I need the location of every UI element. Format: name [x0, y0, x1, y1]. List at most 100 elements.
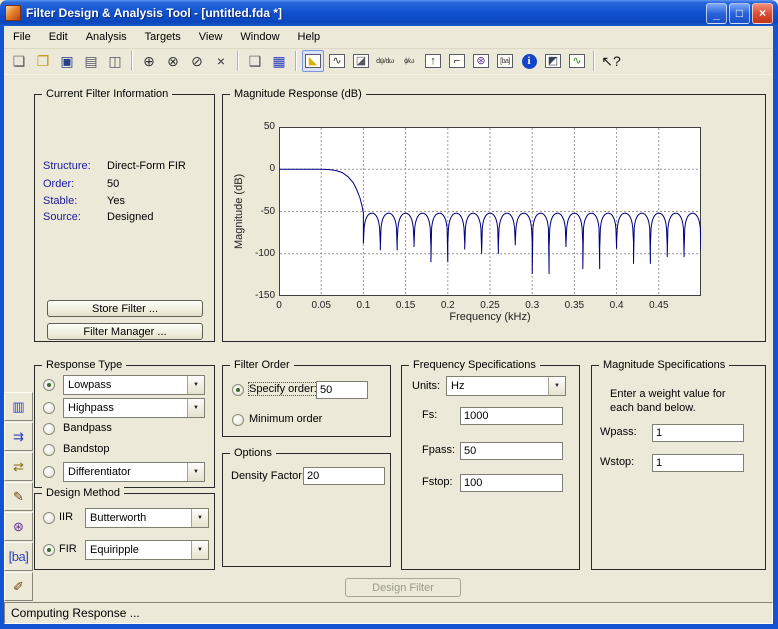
frequency-specs-panel: Frequency Specifications Units: Hz ▼ Fs:… — [401, 359, 580, 570]
design-method-fir-radio[interactable] — [43, 544, 55, 556]
phase-delay-icon-glyph: ϕ/ω — [404, 57, 414, 65]
units-label: Units: — [412, 380, 441, 392]
menu-help[interactable]: Help — [289, 28, 330, 46]
response-type-bandstop-label[interactable]: Bandstop — [63, 443, 109, 455]
filter-order-panel: Filter Order Specify order: Minimum orde… — [222, 359, 391, 437]
window-border-right — [773, 26, 778, 629]
iir-method-dropdown-arrow-icon[interactable]: ▼ — [191, 509, 208, 527]
differentiator-dropdown[interactable]: Differentiator ▼ — [63, 462, 205, 482]
impulse-response-icon[interactable]: ↑ — [422, 50, 444, 72]
magnitude-phase-icon[interactable]: ◪ — [350, 50, 372, 72]
response-type-bandpass-label[interactable]: Bandpass — [63, 422, 112, 434]
zoom-y-icon-glyph: ⊘ — [191, 53, 203, 69]
copy-session-icon[interactable]: ❑ — [244, 50, 266, 72]
specify-order-label[interactable]: Specify order: — [248, 382, 318, 396]
design-method-iir-radio[interactable] — [43, 512, 55, 524]
step-response-icon[interactable]: ⌐ — [446, 50, 468, 72]
group-delay-icon[interactable]: dψ/dω — [374, 50, 396, 72]
magnitude-response-icon[interactable]: ◣ — [302, 50, 324, 72]
minimum-order-label[interactable]: Minimum order — [249, 413, 322, 425]
response-type-bandstop-radio[interactable] — [43, 444, 55, 456]
menu-targets[interactable]: Targets — [136, 28, 190, 46]
menu-window[interactable]: Window — [231, 28, 288, 46]
minimum-order-radio[interactable] — [232, 414, 244, 426]
filter-coefficients-icon[interactable]: [ba] — [494, 50, 516, 72]
phase-response-icon-glyph: ∿ — [329, 54, 345, 68]
noise-psd-icon[interactable]: ∿ — [566, 50, 588, 72]
transform-filter-icon[interactable]: ⇄ — [4, 452, 33, 481]
status-bar: Computing Response ... — [4, 602, 773, 624]
open-session-icon[interactable]: ❐ — [32, 50, 54, 72]
iir-method-dropdown-value: Butterworth — [90, 512, 147, 524]
zoom-x-icon-glyph: ⊗ — [167, 53, 179, 69]
zoom-in-icon[interactable]: ⊕ — [138, 50, 160, 72]
filter-manager-icon[interactable]: ▦ — [268, 50, 290, 72]
zoom-y-icon[interactable]: ⊘ — [186, 50, 208, 72]
group-delay-icon-glyph: dψ/dω — [376, 57, 394, 65]
minimize-button[interactable]: _ — [706, 2, 727, 24]
full-view-icon[interactable]: × — [210, 50, 232, 72]
filter-manager-button[interactable]: Filter Manager ... — [47, 323, 203, 340]
magnitude-response-plot[interactable] — [279, 127, 702, 296]
save-session-icon[interactable]: ▣ — [56, 50, 78, 72]
impulse-response-icon-glyph: ↑ — [425, 54, 441, 68]
magnitude-response-axes[interactable] — [279, 127, 702, 296]
multirate-filter-icon[interactable]: ⇉ — [4, 422, 33, 451]
design-filter-button[interactable]: Design Filter — [345, 578, 461, 597]
filter-info-icon[interactable]: i — [518, 50, 540, 72]
menu-analysis[interactable]: Analysis — [77, 28, 136, 46]
lowpass-dropdown[interactable]: Lowpass ▼ — [63, 375, 205, 395]
specify-order-input[interactable] — [316, 381, 368, 399]
menu-edit[interactable]: Edit — [40, 28, 77, 46]
print-preview-icon[interactable]: ◫ — [104, 50, 126, 72]
fir-method-dropdown-arrow-icon[interactable]: ▼ — [191, 541, 208, 559]
wstop-input[interactable] — [652, 454, 744, 472]
design-method-fir-label[interactable]: FIR — [59, 543, 77, 555]
quantize-filter-icon[interactable]: ✎ — [4, 482, 33, 511]
x-axis-label: Frequency (kHz) — [449, 311, 531, 323]
density-factor-input[interactable] — [303, 467, 385, 485]
cfi-row-label: Structure: — [43, 160, 91, 172]
store-filter-button[interactable]: Store Filter ... — [47, 300, 203, 317]
phase-response-icon[interactable]: ∿ — [326, 50, 348, 72]
pole-zero-plot-icon[interactable]: ⊛ — [470, 50, 492, 72]
menu-view[interactable]: View — [190, 28, 232, 46]
wpass-input[interactable] — [652, 424, 744, 442]
realize-model-icon[interactable]: ▥ — [4, 392, 33, 421]
context-help-icon[interactable]: ↖? — [600, 50, 622, 72]
lowpass-dropdown-arrow-icon[interactable]: ▼ — [187, 376, 204, 394]
print-icon[interactable]: ▤ — [80, 50, 102, 72]
fstop-input[interactable] — [460, 474, 563, 492]
window-title: Filter Design & Analysis Tool - [untitle… — [26, 6, 283, 20]
menu-file[interactable]: File — [4, 28, 40, 46]
phase-delay-icon[interactable]: ϕ/ω — [398, 50, 420, 72]
response-type-bandpass-radio[interactable] — [43, 423, 55, 435]
title-bar[interactable]: Filter Design & Analysis Tool - [untitle… — [0, 0, 778, 26]
toolbar-separator — [131, 51, 133, 71]
units-dropdown[interactable]: Hz ▼ — [446, 376, 566, 396]
step-response-icon-glyph: ⌐ — [449, 54, 465, 68]
fpass-input[interactable] — [460, 442, 563, 460]
close-button[interactable]: × — [752, 2, 773, 24]
differentiator-dropdown-arrow-icon[interactable]: ▼ — [187, 463, 204, 481]
iir-method-dropdown[interactable]: Butterworth ▼ — [85, 508, 209, 528]
fs-input[interactable] — [460, 407, 563, 425]
new-session-icon[interactable]: ❏ — [8, 50, 30, 72]
highpass-dropdown[interactable]: Highpass ▼ — [63, 398, 205, 418]
design-filter-icon[interactable]: ✐ — [4, 572, 33, 601]
spec-mask-icon[interactable]: ◩ — [542, 50, 564, 72]
maximize-button[interactable]: □ — [729, 2, 750, 24]
response-type-lowpass-radio[interactable] — [43, 379, 55, 391]
pole-zero-editor-icon[interactable]: ⊛ — [4, 512, 33, 541]
highpass-dropdown-arrow-icon[interactable]: ▼ — [187, 399, 204, 417]
specify-order-radio[interactable] — [232, 384, 244, 396]
units-dropdown-arrow-icon[interactable]: ▼ — [548, 377, 565, 395]
full-view-icon-glyph: × — [216, 53, 226, 69]
fir-method-dropdown[interactable]: Equiripple ▼ — [85, 540, 209, 560]
import-filter-icon[interactable]: [ba] — [4, 542, 33, 571]
response-type-highpass-radio[interactable] — [43, 402, 55, 414]
open-session-icon-glyph: ❐ — [36, 53, 50, 69]
design-method-iir-label[interactable]: IIR — [59, 511, 73, 523]
zoom-x-icon[interactable]: ⊗ — [162, 50, 184, 72]
response-type-differentiator-radio[interactable] — [43, 466, 55, 478]
